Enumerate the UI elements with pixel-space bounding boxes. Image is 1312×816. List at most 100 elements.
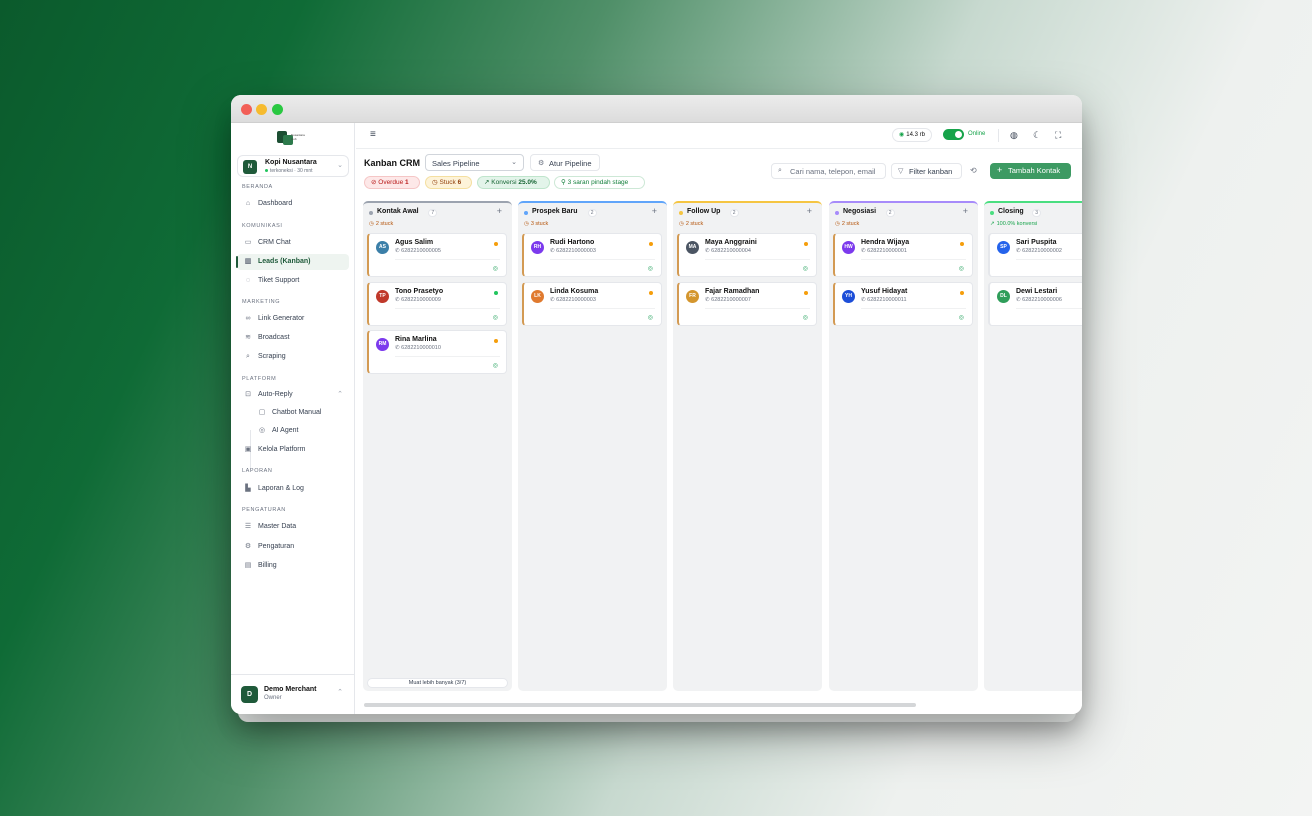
sidebar-item-pengaturan[interactable]: ⚙ Pengaturan (237, 539, 349, 555)
lead-card[interactable]: DLDewi Lestari✆ 6282210000006◎ (988, 282, 1082, 326)
app-logo[interactable]: Nusantara Hub (277, 129, 311, 147)
maximize-window-button[interactable] (272, 104, 283, 115)
sidebar-item-scraping[interactable]: ⌕ Scraping (237, 349, 349, 365)
online-toggle[interactable] (943, 129, 964, 140)
gear-icon: ⚙ (538, 160, 545, 167)
globe-icon[interactable]: ◍ (1010, 130, 1018, 140)
stuck-badge[interactable]: ◷ Stuck 6 (425, 176, 472, 189)
credit-badge[interactable]: ◉ 14.3 rb (892, 128, 932, 142)
card-divider (550, 308, 655, 309)
search-input[interactable] (790, 166, 884, 177)
sidebar-item-broadcast[interactable]: ≋ Broadcast (237, 330, 349, 346)
manage-pipeline-button[interactable]: ⚙ Atur Pipeline (530, 154, 600, 171)
whatsapp-icon[interactable]: ◎ (493, 265, 498, 272)
user-menu[interactable]: D Demo Merchant Owner ⌃ (231, 674, 355, 714)
lead-phone: ✆ 6282210000007 (705, 297, 751, 303)
filter-kanban-button[interactable]: ▽ Filter kanban (891, 163, 962, 179)
priority-dot (960, 242, 964, 246)
sidebar-item-link-generator[interactable]: ∞ Link Generator (237, 311, 349, 327)
kanban-icon: ▥ (244, 258, 252, 265)
load-more-button[interactable]: Muat lebih banyak (3/7) (367, 678, 508, 688)
lead-card[interactable]: LK Linda Kosuma ✆ 6282210000003 ◎ (522, 282, 662, 326)
column-title: Prospek Baru (532, 208, 578, 215)
column-stat: ↗ 100.0% konversi (990, 221, 1038, 227)
lead-card[interactable]: RM Rina Marlina ✆ 6282210000010 ◎ (367, 330, 507, 374)
whatsapp-icon[interactable]: ◎ (803, 314, 808, 321)
lead-card[interactable]: TP Tono Prasetyo ✆ 6282210000009 ◎ (367, 282, 507, 326)
card-divider (395, 259, 500, 260)
whatsapp-icon[interactable]: ◎ (959, 265, 964, 272)
search-icon: ⌕ (246, 353, 250, 360)
lead-card[interactable]: FR Fajar Ramadhan ✆ 6282210000007 ◎ (677, 282, 817, 326)
minimize-window-button[interactable] (256, 104, 267, 115)
overdue-badge[interactable]: ⊘ Overdue 1 (364, 176, 420, 189)
conversion-badge[interactable]: ↗ Konversi 25.0% (477, 176, 550, 189)
lead-name: Dewi Lestari (1016, 288, 1058, 295)
avatar: LK (531, 290, 544, 303)
sidebar-item-master-data[interactable]: ☰ Master Data (237, 519, 349, 535)
whatsapp-icon[interactable]: ◎ (803, 265, 808, 272)
sidebar-item-chatbot-manual[interactable]: ▢ Chatbot Manual (237, 405, 349, 421)
sidebar-item-auto-reply[interactable]: ⊡ Auto-Reply ⌃ (237, 387, 349, 403)
column-title: Kontak Awal (377, 208, 419, 215)
card-divider (1016, 259, 1082, 260)
bar-chart-icon: ▙ (245, 485, 251, 492)
section-laporan: LAPORAN (242, 468, 273, 474)
whatsapp-icon[interactable]: ◎ (493, 362, 498, 369)
stage-suggestion-badge[interactable]: ⚲ 3 saran pindah stage (554, 176, 645, 189)
moon-icon[interactable]: ☾ (1033, 130, 1041, 140)
fullscreen-icon[interactable]: ⛶ (1055, 130, 1061, 140)
sidebar-item-billing[interactable]: ▤ Billing (237, 558, 349, 574)
topbar-divider (998, 129, 999, 142)
lead-card[interactable]: SPSari Puspita✆ 6282210000002◎ (988, 233, 1082, 277)
add-contact-button[interactable]: + Tambah Kontak (990, 163, 1071, 179)
add-card-icon[interactable]: + (963, 206, 968, 216)
clock-icon: ◷ (369, 221, 374, 227)
sidebar-item-ai-agent[interactable]: ◎ AI Agent (237, 423, 349, 439)
priority-dot (804, 242, 808, 246)
lead-card[interactable]: YH Yusuf Hidayat ✆ 6282210000011 ◎ (833, 282, 973, 326)
whatsapp-icon[interactable]: ◎ (493, 314, 498, 321)
add-card-icon[interactable]: + (807, 206, 812, 216)
card-divider (395, 308, 500, 309)
avatar: MA (686, 241, 699, 254)
menu-toggle-icon[interactable]: ≡ (370, 130, 376, 140)
database-icon: ☰ (244, 523, 252, 530)
lead-card[interactable]: MA Maya Anggraini ✆ 6282210000004 ◎ (677, 233, 817, 277)
sidebar-item-crm-chat[interactable]: ▭ CRM Chat (237, 235, 349, 251)
lead-card[interactable]: HW Hendra Wijaya ✆ 6282210000001 ◎ (833, 233, 973, 277)
horizontal-scrollbar[interactable] (364, 703, 916, 707)
column-title: Closing (998, 208, 1024, 215)
lead-phone: ✆ 6282210000010 (395, 345, 441, 351)
avatar: DL (997, 290, 1010, 303)
sidebar-item-kelola-platform[interactable]: ▣ Kelola Platform (237, 442, 349, 458)
close-window-button[interactable] (241, 104, 252, 115)
kanban-column: Kontak Awal 7 + ◷ 2 stuck AS Agus Salim ✆ 62822… (363, 201, 512, 691)
card-divider (705, 308, 810, 309)
whatsapp-icon[interactable]: ◎ (959, 314, 964, 321)
avatar: D (241, 686, 258, 703)
sidebar-item-dashboard[interactable]: ⌂ Dashboard (237, 196, 349, 212)
pipeline-select[interactable]: Sales Pipeline ⌄ (425, 154, 524, 171)
whatsapp-icon[interactable]: ◎ (648, 265, 653, 272)
lead-card[interactable]: RH Rudi Hartono ✆ 6282210000003 ◎ (522, 233, 662, 277)
section-komunikasi: KOMUNIKASI (242, 223, 283, 229)
lead-phone: ✆ 6282210000002 (1016, 248, 1062, 254)
workspace-switcher[interactable]: N Kopi Nusantara terkoneksi · 30 mnt ⌄ (237, 155, 349, 177)
lead-card[interactable]: AS Agus Salim ✆ 6282210000005 ◎ (367, 233, 507, 277)
priority-dot (804, 291, 808, 295)
lead-name: Yusuf Hidayat (861, 288, 908, 295)
column-stat: ◷ 2 stuck (835, 221, 860, 227)
workspace-status: terkoneksi · 30 mnt (265, 168, 313, 174)
add-card-icon[interactable]: + (497, 206, 502, 216)
headset-icon: ◌ (245, 277, 251, 284)
refresh-icon[interactable]: ⟲ (970, 166, 977, 175)
add-card-icon[interactable]: + (652, 206, 657, 216)
whatsapp-icon[interactable]: ◎ (648, 314, 653, 321)
priority-dot (649, 291, 653, 295)
sidebar-item-leads-kanban[interactable]: ▥ Leads (Kanban) (236, 254, 349, 270)
sidebar-item-tiket-support[interactable]: ◌ Tiket Support (237, 273, 349, 289)
main-content: ≡ ◉ 14.3 rb Online ◍ ☾ ⛶ Kanban CRM Sales… (356, 123, 1082, 714)
platform-icon: ▣ (244, 446, 252, 453)
sidebar-item-laporan-log[interactable]: ▙ Laporan & Log (237, 481, 349, 497)
